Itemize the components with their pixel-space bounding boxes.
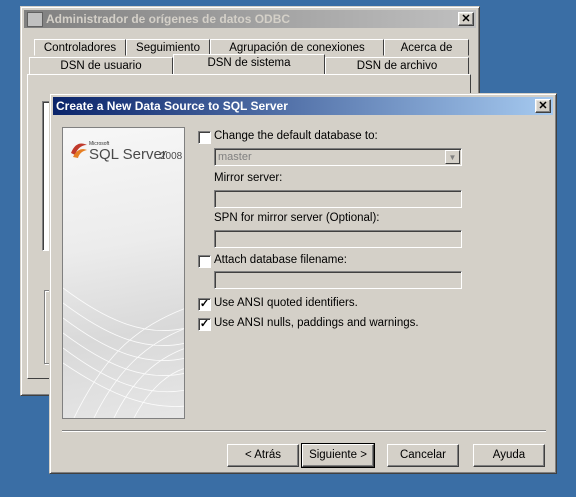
tab-controladores[interactable]: Controladores xyxy=(34,39,126,56)
ansi-quoted-checkbox[interactable]: ✓ xyxy=(198,298,211,311)
tab-dsn-archivo[interactable]: DSN de archivo xyxy=(325,57,469,75)
help-button[interactable]: Ayuda xyxy=(473,444,545,467)
tab-dsn-usuario[interactable]: DSN de usuario xyxy=(29,57,173,75)
database-combo-value: master xyxy=(218,151,252,163)
chevron-down-icon[interactable]: ▼ xyxy=(445,150,460,164)
attach-db-checkbox[interactable] xyxy=(198,255,211,268)
mirror-server-label: Mirror server: xyxy=(214,172,283,184)
odbc-admin-titlebar[interactable]: Administrador de orígenes de datos ODBC … xyxy=(24,10,476,28)
sql-server-brand-panel: Microsoft SQL Server 2008 xyxy=(62,127,185,419)
ansi-quoted-label: Use ANSI quoted identifiers. xyxy=(214,297,358,309)
spn-mirror-field[interactable] xyxy=(214,230,462,248)
back-button[interactable]: < Atrás xyxy=(227,444,299,467)
tab-acerca-de[interactable]: Acerca de xyxy=(384,39,469,56)
next-button[interactable]: Siguiente > xyxy=(301,443,375,468)
cancel-button[interactable]: Cancelar xyxy=(387,444,459,467)
odbc-app-icon xyxy=(27,12,43,27)
change-db-checkbox[interactable] xyxy=(198,131,211,144)
brand-wave-art xyxy=(63,287,184,418)
brand-year: 2008 xyxy=(160,151,183,162)
mirror-server-field[interactable] xyxy=(214,190,462,208)
dialog-titlebar[interactable]: Create a New Data Source to SQL Server ✕ xyxy=(53,97,553,115)
create-dsn-dialog: Create a New Data Source to SQL Server ✕… xyxy=(49,93,557,474)
dialog-separator xyxy=(62,430,546,432)
odbc-admin-title: Administrador de orígenes de datos ODBC xyxy=(46,12,291,26)
dialog-close-button[interactable]: ✕ xyxy=(535,99,551,113)
ansi-nulls-label: Use ANSI nulls, paddings and warnings. xyxy=(214,317,419,329)
attach-db-label: Attach database filename: xyxy=(214,254,347,266)
ansi-nulls-checkbox[interactable]: ✓ xyxy=(198,318,211,331)
sql-server-logo-icon xyxy=(69,141,89,161)
spn-mirror-label: SPN for mirror server (Optional): xyxy=(214,212,380,224)
attach-db-field[interactable] xyxy=(214,271,462,289)
odbc-close-button[interactable]: ✕ xyxy=(458,12,474,26)
tab-dsn-sistema[interactable]: DSN de sistema xyxy=(173,54,325,74)
change-db-label: Change the default database to: xyxy=(214,130,378,142)
database-combo[interactable]: master ▼ xyxy=(214,148,462,166)
brand-product-name: SQL Server xyxy=(89,146,167,163)
dialog-title: Create a New Data Source to SQL Server xyxy=(56,99,288,113)
